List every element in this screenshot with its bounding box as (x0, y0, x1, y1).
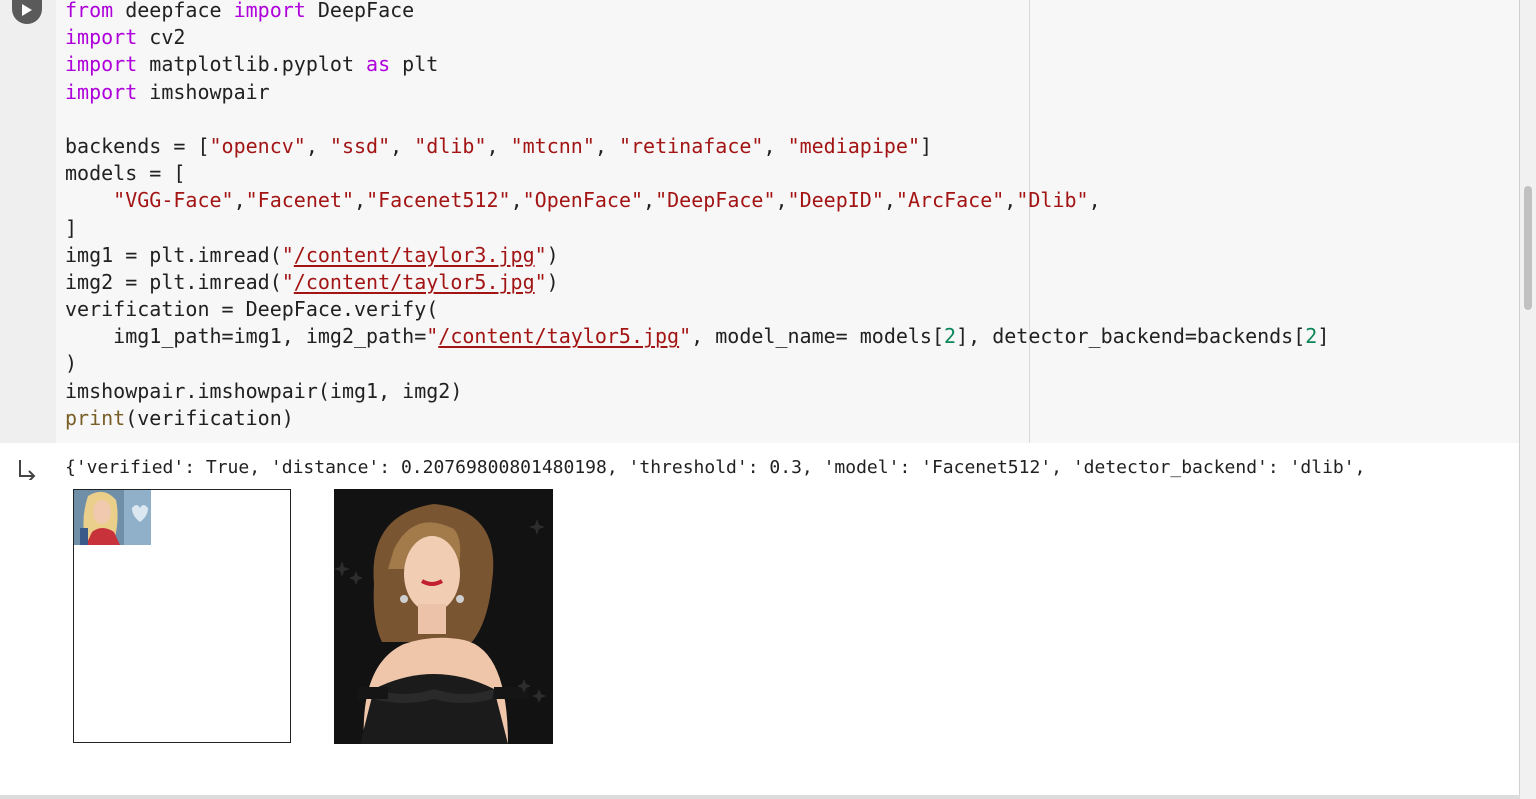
code-token: ] (1317, 324, 1330, 349)
cell-bottom-border (0, 795, 1520, 799)
code-line[interactable]: img1 = plt.imread("/content/taylor3.jpg"… (65, 242, 1329, 269)
code-token: ) (546, 269, 559, 294)
play-icon (22, 4, 32, 16)
code-token: backends = [ (65, 133, 210, 158)
figure-img1 (73, 489, 291, 743)
code-token: , (510, 188, 523, 213)
code-line[interactable]: ) (65, 350, 1329, 377)
code-token: cv2 (137, 25, 186, 50)
code-token: (verification) (125, 405, 294, 430)
code-token: img2 = plt.imread( (65, 269, 282, 294)
code-token: DeepFace (305, 0, 415, 22)
code-token: from (65, 0, 114, 22)
code-token: verification = DeepFace.verify( (65, 297, 439, 322)
cell-gutter (0, 0, 56, 443)
code-token: plt (390, 52, 439, 77)
code-token: "Dlib" (1016, 188, 1089, 213)
code-token: /content/taylor5.jpg (293, 269, 535, 294)
code-token: , (775, 188, 788, 213)
code-token: , (390, 133, 415, 158)
code-content[interactable]: from deepface import DeepFace import cv2 i… (65, 0, 1329, 432)
code-token: deepface (113, 0, 234, 22)
code-token: /content/taylor3.jpg (293, 242, 535, 267)
code-token: , (1004, 188, 1017, 213)
figure-img2 (334, 489, 553, 744)
code-token: , (486, 133, 511, 158)
code-line[interactable]: print(verification) (65, 405, 1329, 432)
code-token: import (65, 79, 138, 104)
code-token: "VGG-Face" (113, 188, 234, 213)
code-line[interactable]: verification = DeepFace.verify( (65, 296, 1329, 323)
code-line[interactable]: import matplotlib.pyplot as plt (65, 51, 1329, 78)
output-text: {'verified': True, 'distance': 0.2076980… (65, 457, 1366, 478)
code-token: "retinaface" (618, 133, 764, 158)
code-token: ) (65, 351, 78, 376)
code-token: , model_name= models[ (691, 324, 945, 349)
code-token: imshowpair (137, 79, 270, 104)
code-line[interactable]: import imshowpair (65, 79, 1329, 106)
code-line[interactable]: img2 = plt.imread("/content/taylor5.jpg"… (65, 269, 1329, 296)
scroll-track[interactable] (1520, 0, 1536, 799)
code-token: img1_path=img1, img2_path= (65, 324, 427, 349)
code-token: import (233, 0, 306, 22)
code-line[interactable]: "VGG-Face","Facenet","Facenet512","OpenF… (65, 187, 1329, 214)
code-token: "Facenet" (245, 188, 355, 213)
code-token: ) (546, 242, 559, 267)
code-token: ] (65, 215, 78, 240)
code-line[interactable]: import cv2 (65, 24, 1329, 51)
code-token: "DeepID" (787, 188, 884, 213)
code-line[interactable]: models = [ (65, 160, 1329, 187)
code-token: ], detector_backend=backends[ (956, 324, 1306, 349)
code-token: "ArcFace" (895, 188, 1005, 213)
code-line[interactable]: from deepface import DeepFace (65, 0, 1329, 24)
code-token: , (883, 188, 896, 213)
code-token: " (281, 269, 294, 294)
code-token: import (65, 25, 138, 50)
code-token: , (763, 133, 788, 158)
code-token: , (1088, 188, 1101, 213)
code-token: img1 = plt.imread( (65, 242, 282, 267)
img1-thumbnail (74, 490, 151, 545)
code-token: "mediapipe" (787, 133, 921, 158)
code-line[interactable]: ] (65, 215, 1329, 242)
code-token: as (366, 52, 391, 77)
code-token: " (281, 242, 294, 267)
code-token: , (305, 133, 330, 158)
code-token: " (534, 269, 547, 294)
code-token: 2 (944, 324, 957, 349)
code-token: " (679, 324, 692, 349)
code-token: /content/taylor5.jpg (438, 324, 680, 349)
code-token: , (594, 133, 619, 158)
output-redirect-icon[interactable] (18, 460, 40, 480)
code-token: "ssd" (329, 133, 391, 158)
code-token: , (643, 188, 656, 213)
code-token: "Facenet512" (366, 188, 511, 213)
code-token: "DeepFace" (655, 188, 776, 213)
code-token: models = [ (65, 161, 186, 186)
code-token: print (65, 405, 126, 430)
code-token: , (233, 188, 246, 213)
code-token: 2 (1305, 324, 1318, 349)
code-token: "opencv" (209, 133, 306, 158)
code-line[interactable] (65, 106, 1329, 133)
code-token: "mtcnn" (510, 133, 595, 158)
code-token: , (354, 188, 367, 213)
code-token: " (426, 324, 439, 349)
code-token: matplotlib.pyplot (137, 52, 367, 77)
code-line[interactable]: img1_path=img1, img2_path="/content/tayl… (65, 323, 1329, 350)
code-token: import (65, 52, 138, 77)
code-token: "OpenFace" (522, 188, 644, 213)
code-token: "dlib" (414, 133, 487, 158)
code-token: imshowpair.imshowpair(img1, img2) (65, 378, 463, 403)
scrollbar-thumb[interactable] (1524, 186, 1532, 310)
code-line[interactable]: backends = ["opencv", "ssd", "dlib", "mt… (65, 133, 1329, 160)
code-line[interactable]: imshowpair.imshowpair(img1, img2) (65, 378, 1329, 405)
code-token: ] (920, 133, 933, 158)
code-token: " (534, 242, 547, 267)
